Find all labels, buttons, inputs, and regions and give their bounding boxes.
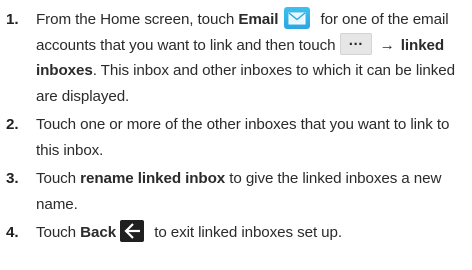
step-4: 4. Touch Back to exit linked inboxes set… bbox=[6, 219, 458, 246]
step-number: 2. bbox=[6, 116, 19, 133]
arrow-glyph: → bbox=[379, 36, 395, 54]
back-arrow-icon bbox=[120, 219, 145, 242]
rename-linked-inbox-label: rename linked inbox bbox=[80, 170, 226, 187]
email-label: Email bbox=[238, 11, 279, 28]
step-text: . This inbox and other inboxes to which … bbox=[36, 62, 455, 105]
step-1: 1. From the Home screen, touch Email for… bbox=[6, 6, 458, 109]
step-number: 3. bbox=[6, 170, 19, 187]
step-text: Touch bbox=[36, 224, 81, 241]
instruction-document: 1. From the Home screen, touch Email for… bbox=[0, 0, 472, 270]
step-2: 2. Touch one or more of the other inboxe… bbox=[6, 112, 458, 163]
step-3: 3. Touch rename linked inbox to give the… bbox=[6, 166, 458, 217]
more-options-icon: … bbox=[339, 32, 372, 55]
email-envelope-icon bbox=[284, 6, 311, 29]
step-text: Touch one or more of the other inboxes t… bbox=[36, 116, 450, 159]
step-text: From the Home screen, touch bbox=[36, 11, 239, 28]
step-text: Touch bbox=[36, 170, 81, 187]
step-number: 1. bbox=[6, 11, 19, 28]
back-label: Back bbox=[80, 224, 117, 241]
steps-list: 1. From the Home screen, touch Email for… bbox=[6, 6, 458, 246]
step-number: 4. bbox=[6, 224, 19, 241]
step-text: to exit linked inboxes set up. bbox=[150, 224, 342, 241]
